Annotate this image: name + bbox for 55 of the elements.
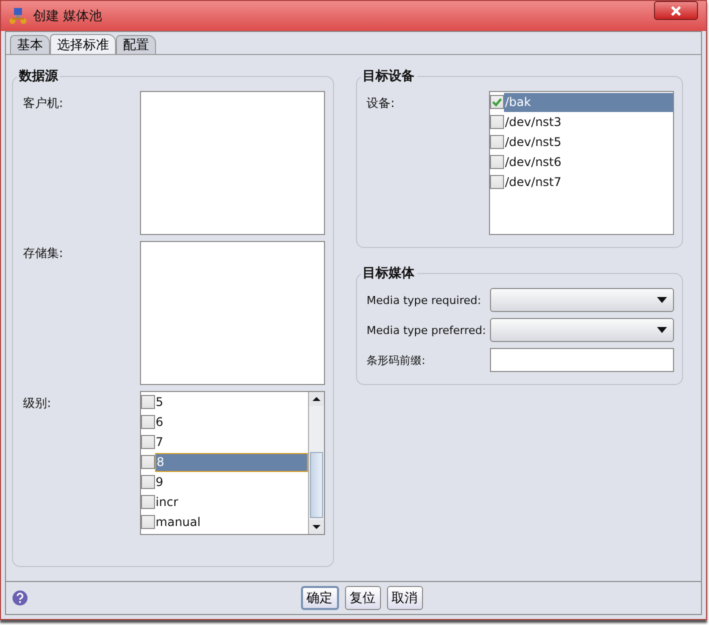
checkbox[interactable]: [140, 395, 155, 409]
field-label: 客户机:: [23, 95, 64, 112]
list-item[interactable]: /dev/nst6: [504, 152, 673, 172]
list-item[interactable]: 9: [154, 472, 308, 492]
field-label: Media type preferred:: [366, 324, 486, 336]
close-button[interactable]: [654, 1, 698, 20]
group-title: 目标设备: [362, 68, 416, 85]
field-label: 级别:: [23, 395, 52, 412]
dialog-button[interactable]: 取消: [386, 586, 422, 610]
list-item[interactable]: /bak: [504, 92, 673, 112]
input-field[interactable]: [490, 348, 674, 372]
checkbox[interactable]: [490, 135, 504, 149]
field-label: 存储集:: [23, 245, 64, 262]
list-item[interactable]: /dev/nst3: [504, 112, 673, 132]
checkbox[interactable]: [490, 175, 504, 189]
list-item[interactable]: 7: [154, 432, 308, 452]
list-item[interactable]: /dev/nst5: [504, 132, 673, 152]
client-list[interactable]: [140, 91, 325, 235]
scroll-down-icon[interactable]: [308, 520, 324, 534]
scrollbar[interactable]: [308, 392, 324, 534]
field-label: Media type required:: [366, 294, 482, 306]
list-item[interactable]: /dev/nst7: [504, 172, 673, 192]
caret-icon: [657, 327, 667, 333]
checkbox[interactable]: [140, 495, 155, 509]
field-label: 条形码前缀:: [366, 352, 426, 368]
help-icon[interactable]: [12, 590, 28, 606]
dialog-button[interactable]: 确定: [300, 586, 338, 610]
network-icon: [9, 7, 27, 25]
group-title: 数据源: [18, 68, 60, 85]
checkbox[interactable]: [140, 515, 155, 529]
checkbox[interactable]: [490, 155, 504, 169]
checkbox[interactable]: [490, 95, 504, 109]
list-item[interactable]: incr: [154, 492, 308, 512]
dropdown[interactable]: [490, 318, 674, 342]
list-item[interactable]: 5: [154, 392, 308, 412]
dropdown[interactable]: [490, 288, 674, 312]
scroll-up-icon[interactable]: [308, 392, 324, 406]
list-item[interactable]: manual: [154, 512, 308, 532]
group-title: 目标媒体: [362, 265, 416, 282]
tab[interactable]: 基本: [10, 35, 50, 54]
checkbox[interactable]: [490, 115, 504, 129]
checkbox[interactable]: [140, 455, 155, 469]
dialog-button[interactable]: 复位: [344, 586, 380, 610]
close-icon: [670, 4, 682, 16]
checkbox[interactable]: [140, 415, 155, 429]
tab[interactable]: 选择标准: [50, 34, 116, 54]
window-title: 创建 媒体池: [33, 8, 102, 25]
field-label: 设备:: [366, 95, 395, 112]
list-item[interactable]: 6: [154, 412, 308, 432]
tab[interactable]: 配置: [116, 35, 156, 54]
list-item[interactable]: 8: [154, 452, 308, 472]
checkbox[interactable]: [140, 475, 155, 489]
storage-set-list[interactable]: [140, 241, 325, 385]
checkbox[interactable]: [140, 435, 155, 449]
caret-icon: [657, 297, 667, 303]
